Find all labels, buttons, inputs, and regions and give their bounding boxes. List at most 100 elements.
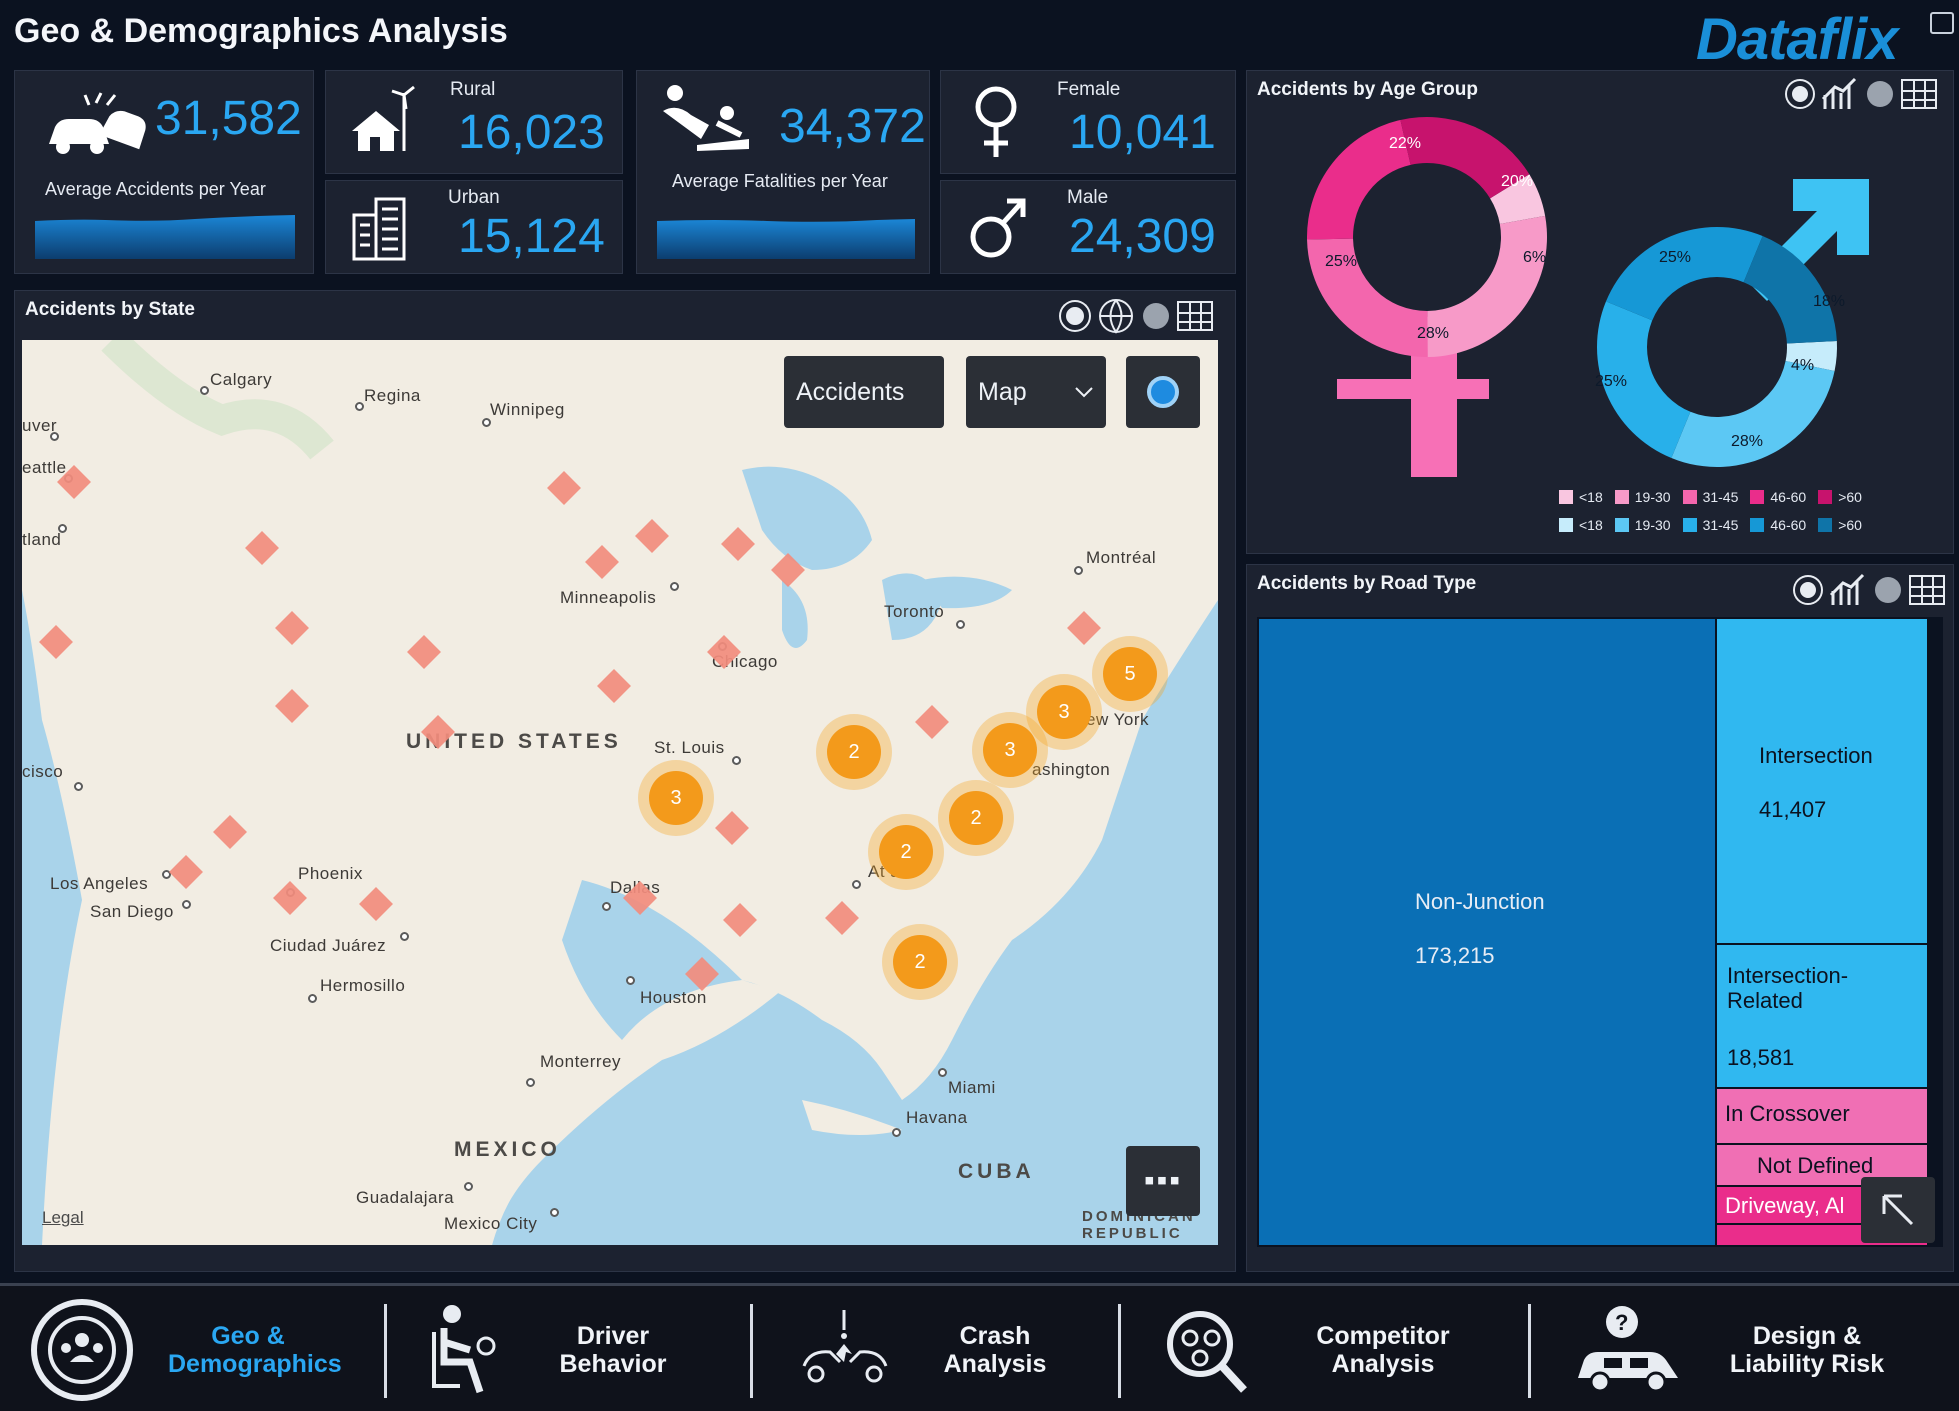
table-icon[interactable]	[1177, 301, 1213, 331]
car-crash-icon	[49, 92, 146, 154]
us-map[interactable]: Calgary Regina Winnipeg uver eattle tlan…	[22, 340, 1218, 1245]
urban-label: Urban	[448, 187, 500, 208]
legend-label: >60	[1838, 517, 1862, 533]
kpi-rural: Rural 16,023	[325, 70, 623, 174]
city-dot	[400, 932, 409, 941]
kpi-female: Female 10,041	[940, 70, 1236, 174]
driver-icon	[432, 1305, 496, 1394]
male-icon	[970, 198, 1026, 258]
expand-arrow-icon	[1882, 1194, 1914, 1226]
city-phoenix: Phoenix	[298, 864, 363, 883]
table-icon[interactable]	[1909, 575, 1945, 605]
nav-competitor-analysis[interactable]: Competitor Analysis	[1160, 1286, 1458, 1411]
nav-label-crash: Crash Analysis	[943, 1322, 1047, 1378]
city-sanfrancisco: cisco	[22, 762, 64, 781]
city-dot	[526, 1078, 535, 1087]
expand-button[interactable]	[1861, 1177, 1935, 1243]
more-options-button[interactable]: ▪▪▪	[1126, 1146, 1200, 1216]
cluster-count: 2	[879, 825, 933, 879]
treemap-cell-intersection[interactable]: Intersection 41,407	[1715, 617, 1929, 945]
cluster-marker[interactable]: 2	[816, 714, 892, 790]
city-dot	[892, 1128, 901, 1137]
nav-crash-analysis[interactable]: Crash Analysis	[800, 1286, 1060, 1411]
city-dot	[670, 582, 679, 591]
avg-accidents-label: Average Accidents per Year	[45, 179, 266, 199]
city-guadalajara: Guadalajara	[356, 1188, 455, 1207]
cluster-marker[interactable]: 2	[938, 780, 1014, 856]
bar-chart-icon[interactable]	[1821, 77, 1859, 111]
location-button[interactable]	[1126, 356, 1200, 428]
map-panel-title: Accidents by State	[25, 299, 195, 320]
brand-logo: Dataflix	[1696, 7, 1899, 72]
nav-driver-behavior[interactable]: Driver Behavior	[430, 1286, 678, 1411]
cluster-marker[interactable]: 2	[868, 814, 944, 890]
fatality-icon	[663, 85, 749, 151]
city-mexicocity: Mexico City	[444, 1214, 538, 1233]
female-symbol-crossbar	[1337, 379, 1489, 399]
rural-value: 16,023	[458, 106, 605, 159]
radio-icon[interactable]	[1787, 81, 1813, 107]
city-dot	[200, 386, 209, 395]
country-cuba: CUBA	[958, 1160, 1035, 1183]
cluster-count: 3	[649, 771, 703, 825]
male-pct: 28%	[1731, 433, 1764, 450]
cluster-marker[interactable]: 3	[972, 712, 1048, 788]
cluster-marker[interactable]: 3	[638, 760, 714, 836]
cluster-marker[interactable]: 5	[1092, 636, 1168, 712]
nav-label-competitor: Competitor Analysis	[1316, 1322, 1450, 1378]
city-losangeles: Los Angeles	[50, 874, 149, 893]
treemap-cell-intersection-related[interactable]: Intersection-Related 18,581	[1715, 943, 1929, 1089]
treemap-cell-non-junction[interactable]: Non-Junction 173,215	[1257, 617, 1717, 1247]
cluster-count: 3	[1037, 685, 1091, 739]
male-slice-4660[interactable]	[1606, 227, 1763, 321]
cell-value: 41,407	[1759, 797, 1827, 822]
legend-label: <18	[1579, 489, 1603, 505]
city-montreal: Montréal	[1086, 548, 1157, 567]
bar-chart-icon[interactable]	[1829, 573, 1867, 607]
nav-geo-demographics[interactable]: Geo & Demographics	[28, 1286, 342, 1411]
download-icon[interactable]	[1930, 12, 1954, 34]
nav-design-liability[interactable]: ? Design & Liability Risk	[1574, 1286, 1892, 1411]
legend-label: 46-60	[1770, 517, 1807, 533]
accidents-sparkline	[35, 215, 295, 259]
radio-icon[interactable]	[1061, 302, 1089, 330]
city-dot	[938, 1068, 947, 1077]
city-dot	[550, 1208, 559, 1217]
metric-button[interactable]: Accidents	[784, 356, 944, 428]
location-icon	[1147, 376, 1179, 408]
radio-icon[interactable]	[1795, 577, 1821, 603]
city-dot	[852, 880, 861, 889]
city-dot	[1074, 566, 1083, 575]
female-legend: <18 19-30 31-45 46-60 >60	[1553, 489, 1862, 505]
cell-label: Driveway, Al	[1725, 1193, 1845, 1218]
table-icon[interactable]	[1901, 79, 1937, 109]
road-treemap[interactable]: Non-Junction 173,215 Intersection 41,407…	[1257, 617, 1943, 1247]
cell-label: Not Defined	[1757, 1153, 1874, 1178]
avg-fatalities-value: 34,372	[779, 100, 926, 153]
male-pct: 18%	[1813, 293, 1846, 310]
male-label: Male	[1067, 187, 1109, 208]
globe-icon[interactable]	[1097, 297, 1135, 335]
female-value: 10,041	[1069, 106, 1216, 159]
toggle-dot-icon[interactable]	[1875, 577, 1901, 603]
male-slice-60[interactable]	[1743, 236, 1837, 344]
legal-link[interactable]: Legal	[42, 1208, 84, 1228]
city-dot	[308, 994, 317, 1003]
view-select[interactable]: Map	[966, 356, 1106, 428]
view-select-label: Map	[978, 377, 1027, 406]
treemap-cell-in-crossover[interactable]: In Crossover	[1715, 1087, 1929, 1145]
toggle-dot-icon[interactable]	[1143, 303, 1169, 329]
female-pct: 20%	[1501, 173, 1534, 190]
road-panel-title: Accidents by Road Type	[1257, 573, 1477, 594]
city-dot	[956, 620, 965, 629]
age-panel-title: Accidents by Age Group	[1257, 79, 1478, 100]
city-regina: Regina	[364, 386, 421, 405]
city-minneapolis: Minneapolis	[560, 588, 657, 607]
female-pct: 22%	[1389, 135, 1422, 152]
toggle-dot-icon[interactable]	[1867, 81, 1893, 107]
city-dot	[464, 1182, 473, 1191]
cluster-marker[interactable]: 2	[882, 924, 958, 1000]
more-icon: ▪▪▪	[1144, 1164, 1182, 1197]
legend-label: 19-30	[1634, 517, 1671, 533]
male-slice-1930[interactable]	[1671, 360, 1835, 467]
